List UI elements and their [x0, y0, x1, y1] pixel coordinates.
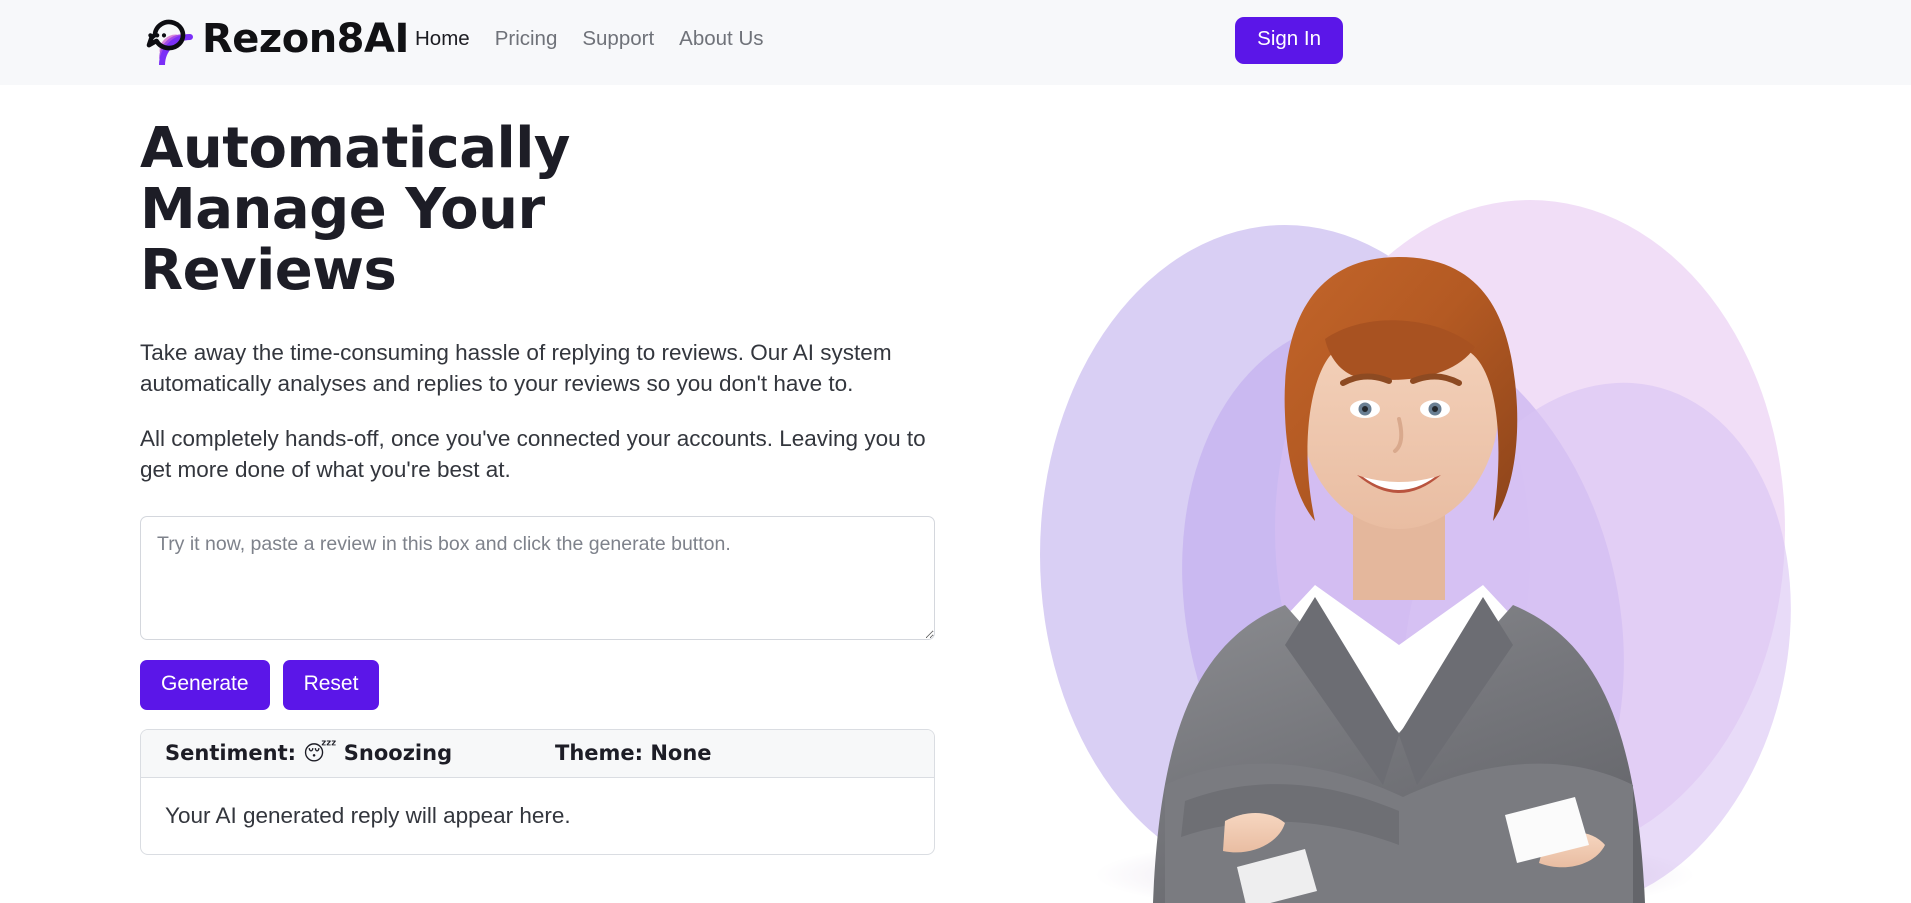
sentiment-label: Sentiment:	[165, 741, 297, 766]
review-input[interactable]	[140, 516, 935, 641]
result-card: Sentiment: 😴 Snoozing Theme: None Your A…	[140, 728, 935, 855]
nav-item-home[interactable]: Home	[415, 27, 470, 52]
hero-content: Automatically Manage Your Reviews Take a…	[140, 118, 950, 855]
theme-value: Theme: None	[555, 741, 712, 766]
chat-bubble-signal-icon	[138, 13, 194, 68]
form-actions: Generate Reset	[140, 660, 950, 710]
hero-paragraph-2: All completely hands-off, once you've co…	[140, 425, 926, 482]
sentiment-value: Snoozing	[343, 741, 453, 766]
hero-section: Automatically Manage Your Reviews Take a…	[0, 85, 1911, 903]
reset-button[interactable]: Reset	[282, 660, 380, 710]
sleeping-face-icon: 😴	[303, 740, 337, 765]
generate-button[interactable]: Generate	[140, 660, 270, 710]
site-header: Rezon8AI Home Pricing Support About Us S…	[0, 0, 1911, 85]
brand-logo-link[interactable]: Rezon8AI	[138, 8, 409, 70]
hero-paragraph-1: Take away the time-consuming hassle of r…	[140, 340, 892, 396]
hero-blobs-and-photo	[1040, 200, 1791, 903]
hero-illustration	[985, 85, 1805, 903]
nav-item-support[interactable]: Support	[582, 27, 654, 52]
result-body-text: Your AI generated reply will appear here…	[165, 802, 571, 828]
nav-item-about-us[interactable]: About Us	[679, 27, 763, 52]
result-card-header: Sentiment: 😴 Snoozing Theme: None	[141, 729, 934, 778]
sentiment-block: Sentiment: 😴 Snoozing	[165, 741, 555, 765]
main-nav: Home Pricing Support About Us	[415, 27, 764, 52]
sign-in-button[interactable]: Sign In	[1235, 17, 1343, 64]
nav-item-pricing[interactable]: Pricing	[495, 27, 558, 52]
brand-name: Rezon8AI	[202, 16, 409, 62]
page-title: Automatically Manage Your Reviews	[140, 116, 570, 304]
